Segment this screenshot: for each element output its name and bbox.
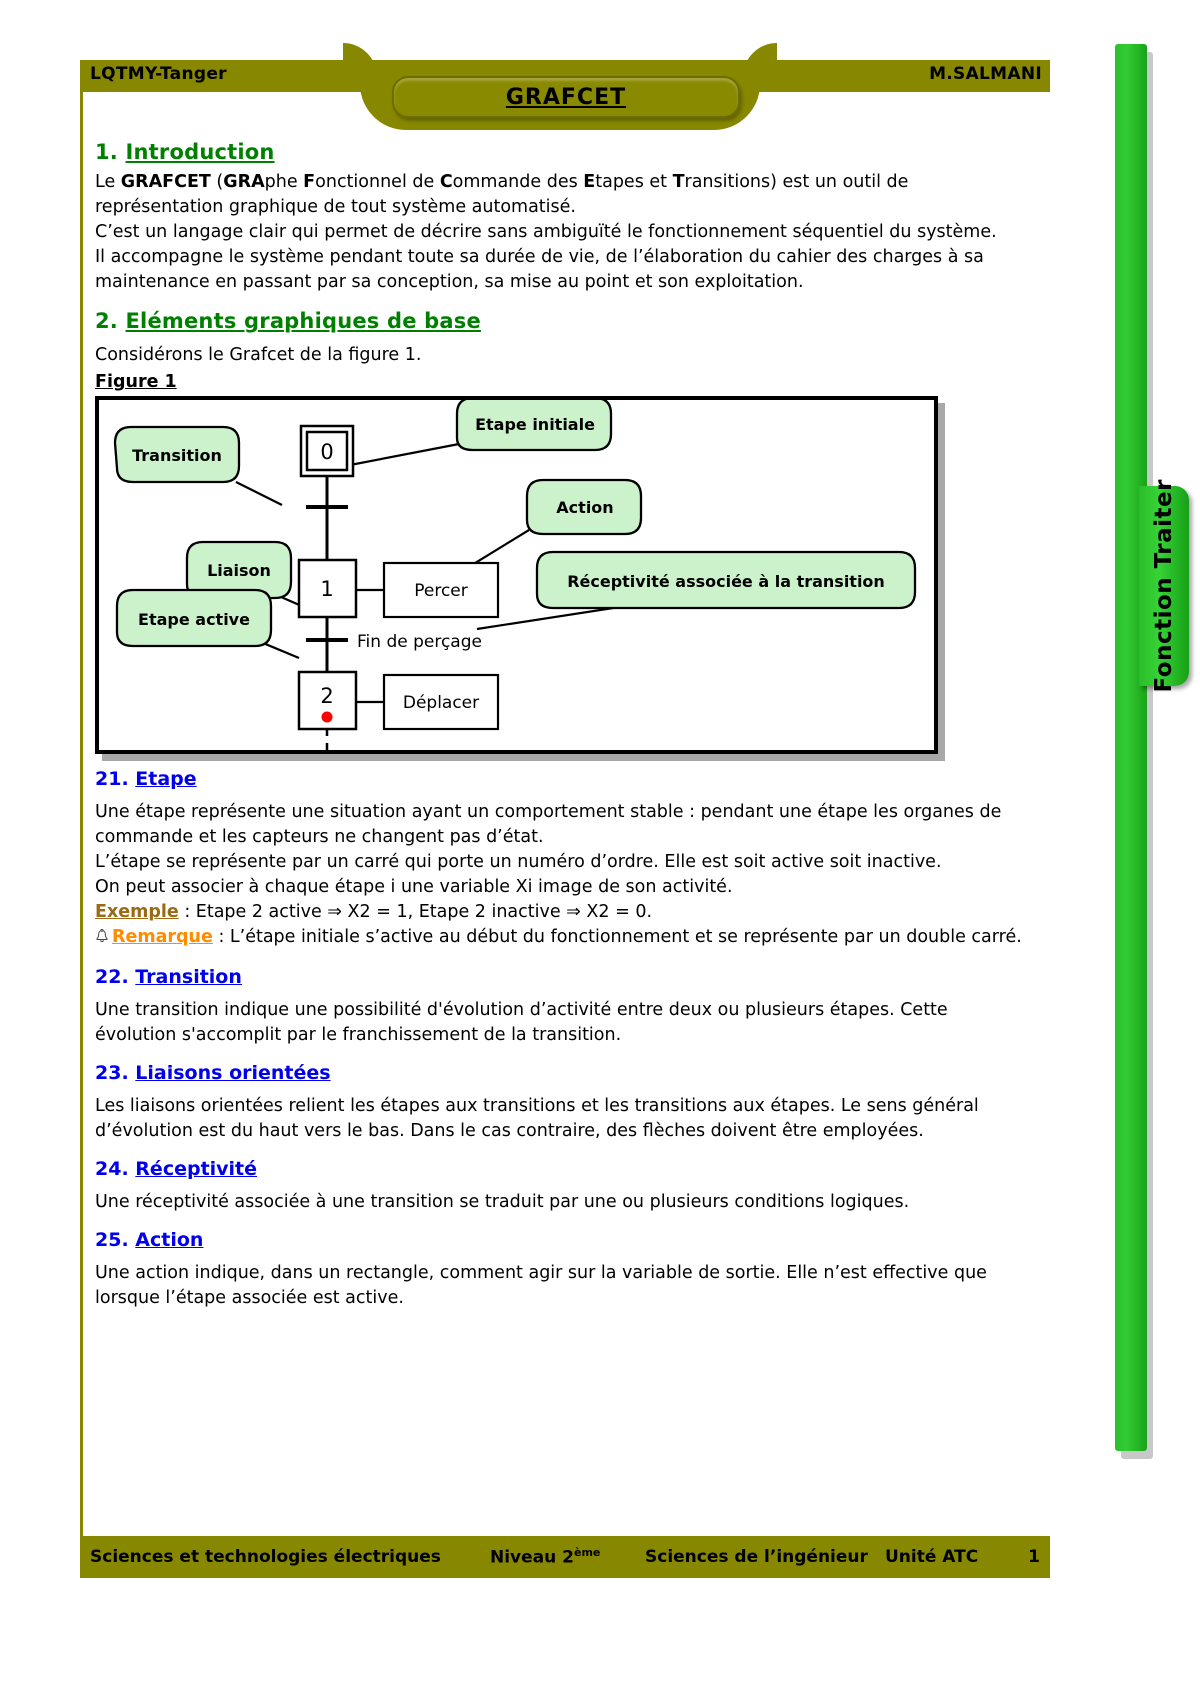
heading-elements-number: 2. (95, 309, 118, 333)
intro-bold-e: E (583, 172, 596, 192)
heading-receptivite-number: 24. (95, 1158, 129, 1180)
callout-etape-initiale: Etape initiale (455, 400, 613, 452)
callout-receptivite-label: Réceptivité associée à la transition (567, 572, 885, 591)
heading-transition: 22. Transition (95, 966, 1025, 988)
grafcet-figure: 0 1 Percer Fin de perçage 2 Déplacer Tra… (95, 396, 945, 761)
paragraph-intro-3: Il accompagne le système pendant toute s… (95, 247, 984, 292)
paragraph-transition: Une transition indique une possibilité d… (95, 1000, 948, 1045)
heading-etape: 21. Etape (95, 768, 1025, 790)
paragraph-etape-3: On peut associer à chaque étape i une va… (95, 877, 733, 897)
intro-bold-grafcet: GRAFCET (120, 172, 211, 192)
heading-liaisons-title: Liaisons orientées (135, 1062, 331, 1084)
grafcet-svg: 0 1 Percer Fin de perçage 2 Déplacer Tra… (113, 400, 917, 750)
footer-col-4: Unité ATC (885, 1547, 979, 1567)
paragraph-etape-1: Une étape représente une situation ayant… (95, 802, 1002, 847)
callout-action: Action (525, 478, 643, 536)
paragraph-action: Une action indique, dans un rectangle, c… (95, 1263, 987, 1308)
heading-action-number: 25. (95, 1229, 129, 1251)
intro-bold-t: T (672, 172, 685, 192)
header-author-label: M.SALMANI (929, 64, 1042, 84)
callout-etape-initiale-label: Etape initiale (475, 415, 595, 434)
step0-number: 0 (320, 440, 333, 464)
callout-transition: Transition (113, 425, 241, 484)
side-tab-fonction-traiter: Fonction Traiter (1139, 479, 1189, 693)
heading-transition-number: 22. (95, 966, 129, 988)
intro-bold-f: F (303, 172, 316, 192)
heading-etape-title: Etape (135, 768, 197, 790)
leader-transition (235, 481, 283, 506)
footer-col-1: Sciences et technologies électriques (90, 1547, 441, 1567)
document-page: Fonction Traiter LQTMY-Tanger M.SALMANI … (0, 0, 1200, 1697)
footer-col-2: Niveau 2ème (490, 1546, 600, 1568)
callout-liaison-label: Liaison (207, 561, 271, 580)
green-rail (1115, 44, 1147, 1451)
paragraph-remarque: Remarque : L’étape initiale s’active au … (95, 925, 1025, 952)
heading-transition-title: Transition (135, 966, 242, 988)
figure-caption: Figure 1 (95, 372, 177, 392)
intro-bold-gra: GRA (223, 172, 265, 192)
footer-col-2-pre: Niveau 2 (490, 1547, 574, 1568)
callout-etape-active: Etape active (115, 588, 273, 648)
exemple-label: Exemple (95, 902, 179, 922)
heading-introduction-title: Introduction (125, 140, 275, 164)
intro-text-4: tapes et (595, 172, 673, 192)
remarque-text: : L’étape initiale s’active au début du … (212, 927, 1022, 947)
paragraph-liaisons: Les liaisons orientées relient les étape… (95, 1096, 979, 1141)
intro-bold-c: C (439, 172, 453, 192)
intro-text-1: phe (264, 172, 304, 192)
step2-number: 2 (320, 684, 333, 708)
paragraph-considerons: Considérons le Grafcet de la figure 1. (95, 345, 422, 365)
intro-text-2: onctionnel de (315, 172, 440, 192)
page-footer: Sciences et technologies électriques Niv… (80, 1536, 1050, 1578)
document-content: 1. Introduction Le GRAFCET (GRAphe Fonct… (95, 140, 1025, 1317)
bell-icon (95, 927, 109, 952)
heading-etape-number: 21. (95, 768, 129, 790)
callout-transition-label: Transition (132, 446, 222, 465)
paragraph-exemple: Exemple : Etape 2 active ⇒ X2 = 1, Etape… (95, 900, 1025, 925)
heading-introduction-number: 1. (95, 140, 118, 164)
intro-mid-1: ( (210, 172, 224, 192)
remarque-label: Remarque (112, 927, 213, 947)
heading-liaisons-number: 23. (95, 1062, 129, 1084)
paragraph-intro-2: C’est un langage clair qui permet de déc… (95, 222, 997, 242)
paragraph-etape-2: L’étape se représente par un carré qui p… (95, 852, 942, 872)
heading-receptivite-title: Réceptivité (135, 1158, 258, 1180)
heading-action: 25. Action (95, 1229, 1025, 1251)
action2-label: Déplacer (403, 693, 479, 713)
exemple-text: : Etape 2 active ⇒ X2 = 1, Etape 2 inact… (178, 902, 653, 922)
footer-page-number: 1 (1028, 1547, 1040, 1567)
header-title-pill: GRAFCET (392, 76, 740, 118)
heading-introduction: 1. Introduction (95, 140, 1025, 164)
heading-action-title: Action (135, 1229, 204, 1251)
callout-action-label: Action (556, 498, 613, 517)
paragraph-receptivite: Une réceptivité associée à une transitio… (95, 1192, 910, 1212)
header-school-label: LQTMY-Tanger (90, 64, 227, 84)
callout-receptivite: Réceptivité associée à la transition (535, 550, 917, 610)
intro-text-3: ommande des (452, 172, 584, 192)
heading-elements-title: Eléments graphiques de base (125, 309, 481, 333)
heading-liaisons: 23. Liaisons orientées (95, 1062, 1025, 1084)
callout-etape-active-label: Etape active (138, 610, 250, 629)
left-margin-rule (80, 92, 83, 1536)
page-title: GRAFCET (505, 84, 627, 110)
action1-label: Percer (414, 581, 468, 601)
heading-receptivite: 24. Réceptivité (95, 1158, 1025, 1180)
footer-col-3: Sciences de l’ingénieur (645, 1547, 868, 1567)
paragraph-intro-1: Le GRAFCET (GRAphe Fonctionnel de Comman… (95, 170, 1025, 220)
footer-col-2-sup: ème (574, 1546, 601, 1560)
side-tab-label: Fonction Traiter (1151, 479, 1177, 693)
receptivity1-label: Fin de perçage (357, 632, 482, 652)
step1-number: 1 (320, 577, 333, 601)
figure-border: 0 1 Percer Fin de perçage 2 Déplacer Tra… (95, 396, 938, 754)
heading-elements-graphiques: 2. Eléments graphiques de base (95, 309, 1025, 333)
step2-active-dot (321, 711, 333, 723)
intro-prefix: Le (95, 172, 121, 192)
